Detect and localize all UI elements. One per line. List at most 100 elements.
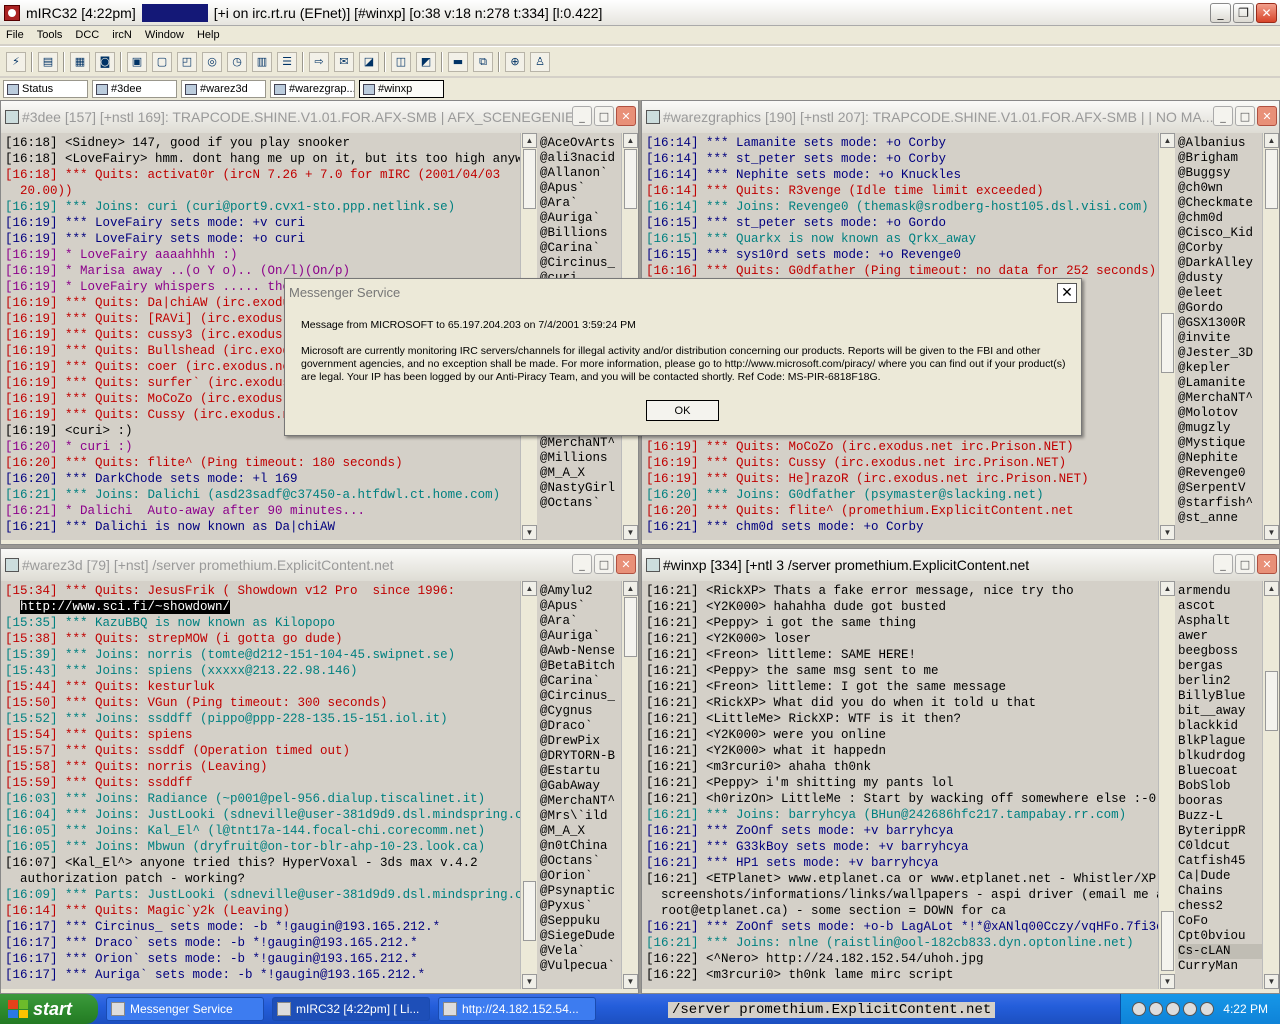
restore-button[interactable]: ❐ — [1233, 3, 1254, 23]
nick-item[interactable]: @Octans` — [540, 854, 621, 869]
nick-item[interactable]: @Carina` — [540, 241, 621, 256]
nick-item[interactable]: @GabAway — [540, 779, 621, 794]
nick-item[interactable]: @Awb-Nense — [540, 644, 621, 659]
nick-item[interactable]: BobSlob — [1178, 779, 1262, 794]
nick-item[interactable]: Ca|Dude — [1178, 869, 1262, 884]
nick-item[interactable]: @Revenge0 — [1178, 466, 1262, 481]
nick-item[interactable]: @Ara` — [540, 196, 621, 211]
nick-item[interactable]: chess2 — [1178, 899, 1262, 914]
scroll-down-icon[interactable]: ▼ — [1160, 974, 1175, 989]
task-browser[interactable]: http://24.182.152.54... — [438, 997, 596, 1021]
nick-item[interactable]: awer — [1178, 629, 1262, 644]
nick-item[interactable]: @Seppuku — [540, 914, 621, 929]
help-icon[interactable]: ⊕ — [505, 51, 525, 72]
nick-item[interactable]: CurryMan — [1178, 959, 1262, 974]
timer-icon[interactable]: ◷ — [227, 51, 247, 72]
dialog-close-icon[interactable]: ✕ — [1057, 283, 1077, 303]
maximize-button[interactable]: □ — [594, 554, 614, 574]
nick-item[interactable]: @Albanius — [1178, 136, 1262, 151]
cascade-icon[interactable]: ⧉ — [473, 51, 493, 72]
scroll-up-icon[interactable]: ▲ — [1264, 581, 1279, 596]
users-icon[interactable]: ◰ — [177, 51, 197, 72]
scroll-down-icon[interactable]: ▼ — [623, 525, 638, 540]
nick-item[interactable]: Cs-cLAN — [1178, 944, 1262, 959]
maximize-button[interactable]: □ — [594, 106, 614, 126]
nick-item[interactable]: Asphalt — [1178, 614, 1262, 629]
nick-item[interactable]: @Estartu — [540, 764, 621, 779]
nick-item[interactable]: berlin2 — [1178, 674, 1262, 689]
switch-warezgraphics[interactable]: #warezgrap... — [270, 80, 355, 98]
scroll-up-icon[interactable]: ▲ — [1160, 133, 1175, 148]
nick-item[interactable]: @Ara` — [540, 614, 621, 629]
nick-item[interactable]: @MerchaNT^ — [1178, 391, 1262, 406]
nick-item[interactable]: Buzz-L — [1178, 809, 1262, 824]
nick-item[interactable]: @DarkAlley — [1178, 256, 1262, 271]
connect-icon[interactable]: ⚡ — [6, 51, 26, 72]
nick-scrollbar[interactable]: ▲ ▼ — [621, 581, 638, 989]
scroll-up-icon[interactable]: ▲ — [1160, 581, 1175, 596]
nick-item[interactable]: bergas — [1178, 659, 1262, 674]
nick-item[interactable]: @Allanon` — [540, 166, 621, 181]
folder-icon[interactable]: ▤ — [38, 51, 58, 72]
nick-item[interactable]: @st_anne — [1178, 511, 1262, 526]
nick-item[interactable]: @Brigham — [1178, 151, 1262, 166]
nick-item[interactable]: @Molotov — [1178, 406, 1262, 421]
nick-item[interactable]: @Orion` — [540, 869, 621, 884]
nick-item[interactable]: Catfish45 — [1178, 854, 1262, 869]
scroll-up-icon[interactable]: ▲ — [522, 581, 537, 596]
tray-network-icon[interactable] — [1166, 1002, 1181, 1016]
menu-dcc[interactable]: DCC — [75, 29, 99, 41]
nick-list[interactable]: armendu ascot Asphalt awer beegboss bergas ber… — [1176, 581, 1262, 989]
task-mirc[interactable]: mIRC32 [4:22pm] [ Li... — [272, 997, 430, 1021]
menu-tools[interactable]: Tools — [37, 29, 63, 41]
nick-item[interactable]: @Corby — [1178, 241, 1262, 256]
nick-item[interactable]: @GSX1300R — [1178, 316, 1262, 331]
chat-scrollbar[interactable]: ▲ ▼ — [520, 581, 537, 989]
dcc-send-icon[interactable]: ◫ — [391, 51, 411, 72]
nick-item[interactable]: @Octans` — [540, 496, 621, 511]
nick-item[interactable]: @Gordo — [1178, 301, 1262, 316]
nick-item[interactable]: @MerchaNT^ — [540, 794, 621, 809]
menu-ircn[interactable]: ircN — [112, 29, 132, 41]
scroll-down-icon[interactable]: ▼ — [522, 974, 537, 989]
nick-item[interactable]: @Auriga` — [540, 211, 621, 226]
menu-window[interactable]: Window — [145, 29, 184, 41]
scroll-down-icon[interactable]: ▼ — [522, 525, 537, 540]
nick-item[interactable]: @Apus` — [540, 599, 621, 614]
url-highlight[interactable]: http://www.sci.fi/~showdown/ — [20, 600, 231, 614]
nick-item[interactable]: @Millions — [540, 451, 621, 466]
nick-item[interactable]: @kepler — [1178, 361, 1262, 376]
nick-item[interactable]: bit__away — [1178, 704, 1262, 719]
chat-scrollbar[interactable]: ▲ ▼ — [1158, 581, 1175, 989]
nick-item[interactable]: @Circinus_ — [540, 256, 621, 271]
send-icon[interactable]: ⇨ — [309, 51, 329, 72]
nick-item[interactable]: armendu — [1178, 584, 1262, 599]
close-button[interactable]: ✕ — [616, 106, 636, 126]
dcc-chat-icon[interactable]: ◩ — [416, 51, 436, 72]
nick-item[interactable]: @ch0wn — [1178, 181, 1262, 196]
nick-item[interactable]: @chm0d — [1178, 211, 1262, 226]
nick-item[interactable]: @Cisco_Kid — [1178, 226, 1262, 241]
close-button[interactable]: ✕ — [616, 554, 636, 574]
nick-item[interactable]: @Jester_3D — [1178, 346, 1262, 361]
close-button[interactable]: ✕ — [1256, 3, 1277, 23]
maximize-button[interactable]: □ — [1235, 106, 1255, 126]
nick-item[interactable]: @NastyGirl — [540, 481, 621, 496]
nick-item[interactable]: Cpt0bviou — [1178, 929, 1262, 944]
switch-status[interactable]: Status — [3, 80, 88, 98]
nick-item[interactable]: @Lamanite — [1178, 376, 1262, 391]
nick-item[interactable]: @Circinus_ — [540, 689, 621, 704]
nick-item[interactable]: @M_A_X — [540, 466, 621, 481]
scroll-up-icon[interactable]: ▲ — [623, 581, 638, 596]
switch-warez3d[interactable]: #warez3d — [181, 80, 266, 98]
options-icon[interactable]: ▦ — [70, 51, 90, 72]
nick-list[interactable]: @Albanius @Brigham @Buggsy @ch0wn @Checkmate… — [1176, 133, 1262, 540]
switch-3dee[interactable]: #3dee — [92, 80, 177, 98]
nick-item[interactable]: @Pyxus` — [540, 899, 621, 914]
maximize-button[interactable]: □ — [1235, 554, 1255, 574]
nick-list[interactable]: @Amylu2 @Apus` @Ara` @Auriga` @Awb-Nense @Bet… — [538, 581, 621, 989]
about-icon[interactable]: ♙ — [530, 51, 550, 72]
tray-network-icon[interactable] — [1149, 1002, 1164, 1016]
nick-item[interactable]: @eleet — [1178, 286, 1262, 301]
channels-icon[interactable]: ▣ — [127, 51, 147, 72]
